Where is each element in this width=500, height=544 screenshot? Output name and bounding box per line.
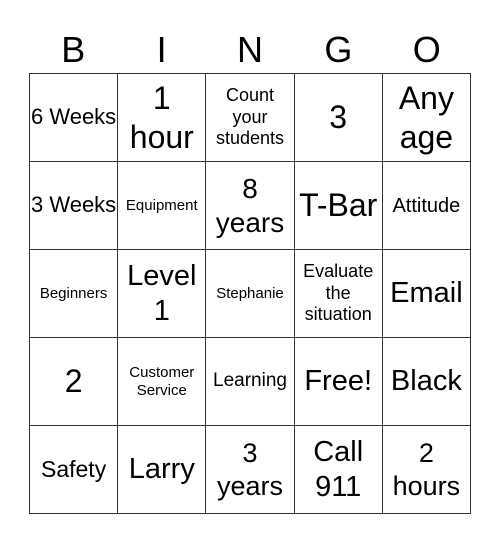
bingo-cell[interactable]: Email [382,250,471,338]
bingo-cell[interactable]: 8 years [206,162,295,250]
bingo-cell[interactable]: 2 [30,338,119,426]
bingo-cell[interactable]: Larry [118,426,207,514]
bingo-cell[interactable]: 3 [294,74,383,162]
bingo-cell[interactable]: 3 years [206,426,295,514]
bingo-cell[interactable]: Learning [206,338,295,426]
header-letter-b: B [61,29,86,70]
bingo-cell[interactable]: Beginners [30,250,119,338]
bingo-cell[interactable]: Customer Service [118,338,207,426]
header-letter-n: N [236,29,263,70]
header-letter-g: G [324,29,353,70]
bingo-grid: 6 Weeks 1 hour Count your students 3 Any age… [29,73,471,514]
bingo-header: B I N G O [29,28,471,72]
bingo-cell[interactable]: Free! [294,338,383,426]
bingo-cell[interactable]: Black [382,338,471,426]
bingo-cell[interactable]: T-Bar [294,162,383,250]
bingo-cell[interactable]: Equipment [118,162,207,250]
bingo-cell[interactable]: Any age [382,74,471,162]
header-letter-o: O [412,29,441,70]
bingo-cell[interactable]: Evaluate the situation [294,250,383,338]
header-letter-i: I [156,29,167,70]
bingo-cell[interactable]: 1 hour [118,74,207,162]
bingo-cell[interactable]: Call 911 [294,426,383,514]
bingo-cell[interactable]: Count your students [206,74,295,162]
bingo-cell[interactable]: Safety [30,426,119,514]
bingo-cell[interactable]: 3 Weeks [30,162,119,250]
bingo-cell[interactable]: 2 hours [382,426,471,514]
bingo-cell[interactable]: Attitude [382,162,471,250]
bingo-cell[interactable]: 6 Weeks [30,74,119,162]
bingo-cell[interactable]: Level 1 [118,250,207,338]
bingo-cell[interactable]: Stephanie [206,250,295,338]
